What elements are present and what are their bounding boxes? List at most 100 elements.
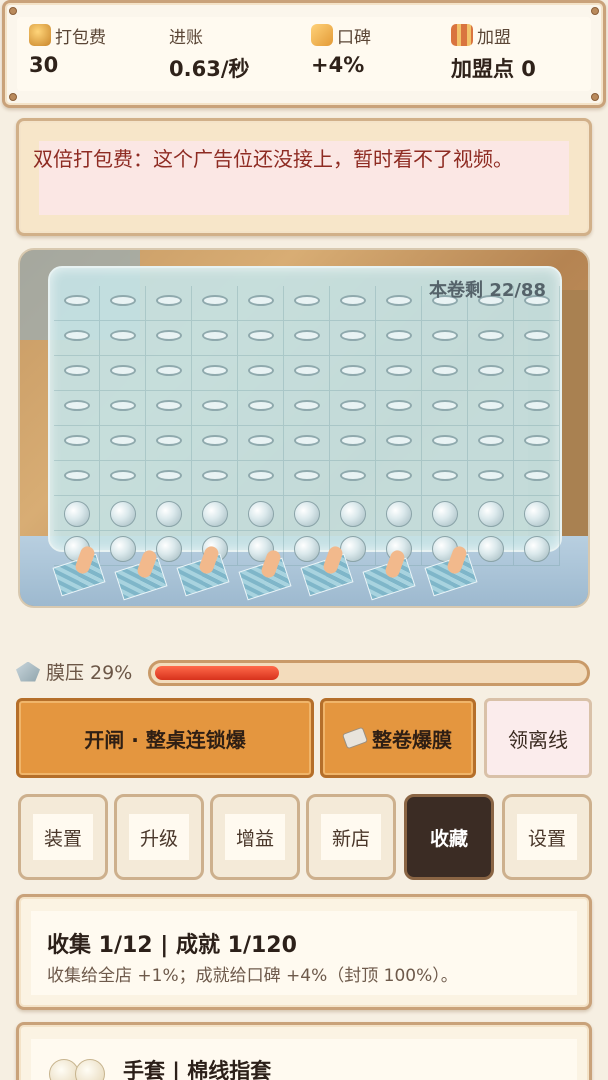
popped-bubble <box>514 426 560 461</box>
stat-income: 进账 0.63/秒 <box>169 23 249 83</box>
stat-label: 加盟 <box>477 27 511 48</box>
stat-franchise: 加盟 加盟点 0 <box>451 23 536 83</box>
popped-bubble <box>100 321 146 356</box>
roll-pop-button[interactable]: 整卷爆膜 <box>320 698 476 778</box>
bubble[interactable] <box>376 496 422 531</box>
chain-pop-label: 开闸 · 整桌连锁爆 <box>84 727 246 752</box>
popped-bubble <box>376 461 422 496</box>
popped-bubble <box>192 356 238 391</box>
game-board: 本卷剩 22/88 <box>18 248 590 608</box>
roll-remaining-label: 本卷剩 22/88 <box>429 280 546 301</box>
gift-box-icon <box>451 24 473 46</box>
glove-icon <box>49 1059 107 1080</box>
popped-bubble <box>330 321 376 356</box>
popped-bubble <box>146 286 192 321</box>
popped-bubble <box>238 461 284 496</box>
popped-bubble <box>54 321 100 356</box>
tab-label: 设置 <box>517 814 577 860</box>
finger-popper <box>362 548 416 601</box>
bubble[interactable] <box>284 496 330 531</box>
stat-value: 0.63/秒 <box>169 57 250 81</box>
pressure-row: 膜压 29% <box>16 656 592 692</box>
popped-bubble <box>54 286 100 321</box>
popped-bubble <box>192 461 238 496</box>
popped-bubble <box>330 356 376 391</box>
bubble[interactable] <box>514 531 560 566</box>
coin-stack-icon <box>29 24 51 46</box>
tab-label: 收藏 <box>429 827 468 850</box>
collection-summary-panel: 收集 1/12 | 成就 1/120 收集给全店 +1%；成就给口碑 +4%（封… <box>16 894 592 1010</box>
collection-summary-title: 收集 1/12 | 成就 1/120 <box>47 933 297 958</box>
popped-bubble <box>422 321 468 356</box>
corner-stud <box>591 7 599 15</box>
popped-bubble <box>146 391 192 426</box>
popped-bubble <box>54 356 100 391</box>
finger-popper <box>52 544 106 597</box>
tab-label: 新店 <box>321 814 381 860</box>
bubble[interactable] <box>238 496 284 531</box>
popped-bubble <box>514 391 560 426</box>
bubble[interactable] <box>146 496 192 531</box>
popped-bubble <box>192 426 238 461</box>
finger-popper <box>238 548 292 601</box>
tab-upgrade[interactable]: 升级 <box>114 794 204 880</box>
tab-new-store[interactable]: 新店 <box>306 794 396 880</box>
popped-bubble <box>468 356 514 391</box>
finger-popper <box>424 544 478 597</box>
bubble[interactable] <box>422 496 468 531</box>
corner-stud <box>9 93 17 101</box>
tab-label: 升级 <box>129 814 189 860</box>
popped-bubble <box>514 356 560 391</box>
popped-bubble <box>192 321 238 356</box>
stat-label: 打包费 <box>55 27 106 48</box>
popped-bubble <box>238 321 284 356</box>
tab-collection[interactable]: 收藏 <box>404 794 494 880</box>
popped-bubble <box>330 461 376 496</box>
popped-bubble <box>54 426 100 461</box>
popped-bubble <box>284 356 330 391</box>
popped-bubble <box>100 426 146 461</box>
claim-offline-label: 领离线 <box>508 727 568 752</box>
popped-bubble <box>238 286 284 321</box>
tab-settings[interactable]: 设置 <box>502 794 592 880</box>
popped-bubble <box>468 321 514 356</box>
collection-item-title: 手套 | 棉线指套 <box>123 1059 272 1080</box>
popped-bubble <box>54 391 100 426</box>
pressure-bar <box>148 660 590 686</box>
ad-notice-text: 双倍打包费：这个广告位还没接上，暂时看不了视频。 <box>33 147 513 171</box>
pressure-label-group: 膜压 29% <box>16 658 132 685</box>
popped-bubble <box>192 391 238 426</box>
popped-bubble <box>422 391 468 426</box>
popped-bubble <box>376 286 422 321</box>
bubble-wrap-sheet[interactable]: 本卷剩 22/88 <box>48 266 562 566</box>
popped-bubble <box>376 391 422 426</box>
stat-value: 加盟点 0 <box>451 57 536 81</box>
bubble[interactable] <box>330 496 376 531</box>
popped-bubble <box>330 286 376 321</box>
pressure-bar-fill <box>155 666 279 680</box>
collection-item-inner <box>31 1039 577 1080</box>
popped-bubble <box>376 426 422 461</box>
popped-bubble <box>238 356 284 391</box>
popped-bubble <box>284 426 330 461</box>
tab-boost[interactable]: 增益 <box>210 794 300 880</box>
collection-item-card[interactable]: 手套 | 棉线指套 <box>16 1022 592 1080</box>
claim-offline-button[interactable]: 领离线 <box>484 698 592 778</box>
popped-bubble <box>284 286 330 321</box>
bubble[interactable] <box>468 496 514 531</box>
roll-pop-label: 整卷爆膜 <box>372 727 452 752</box>
bubble[interactable] <box>514 496 560 531</box>
bubble[interactable] <box>100 496 146 531</box>
popped-bubble <box>100 461 146 496</box>
chain-pop-button[interactable]: 开闸 · 整桌连锁爆 <box>16 698 314 778</box>
corner-stud <box>591 93 599 101</box>
bubble[interactable] <box>54 496 100 531</box>
popped-bubble <box>192 286 238 321</box>
thumbs-up-icon <box>311 24 333 46</box>
tab-devices[interactable]: 装置 <box>18 794 108 880</box>
popped-bubble <box>284 461 330 496</box>
stat-packing-fee: 打包费 30 <box>29 23 106 77</box>
tab-label: 装置 <box>33 814 93 860</box>
stats-panel: 打包费 30 进账 0.63/秒 口碑 +4% 加盟 加盟点 0 <box>2 0 606 108</box>
bubble[interactable] <box>192 496 238 531</box>
